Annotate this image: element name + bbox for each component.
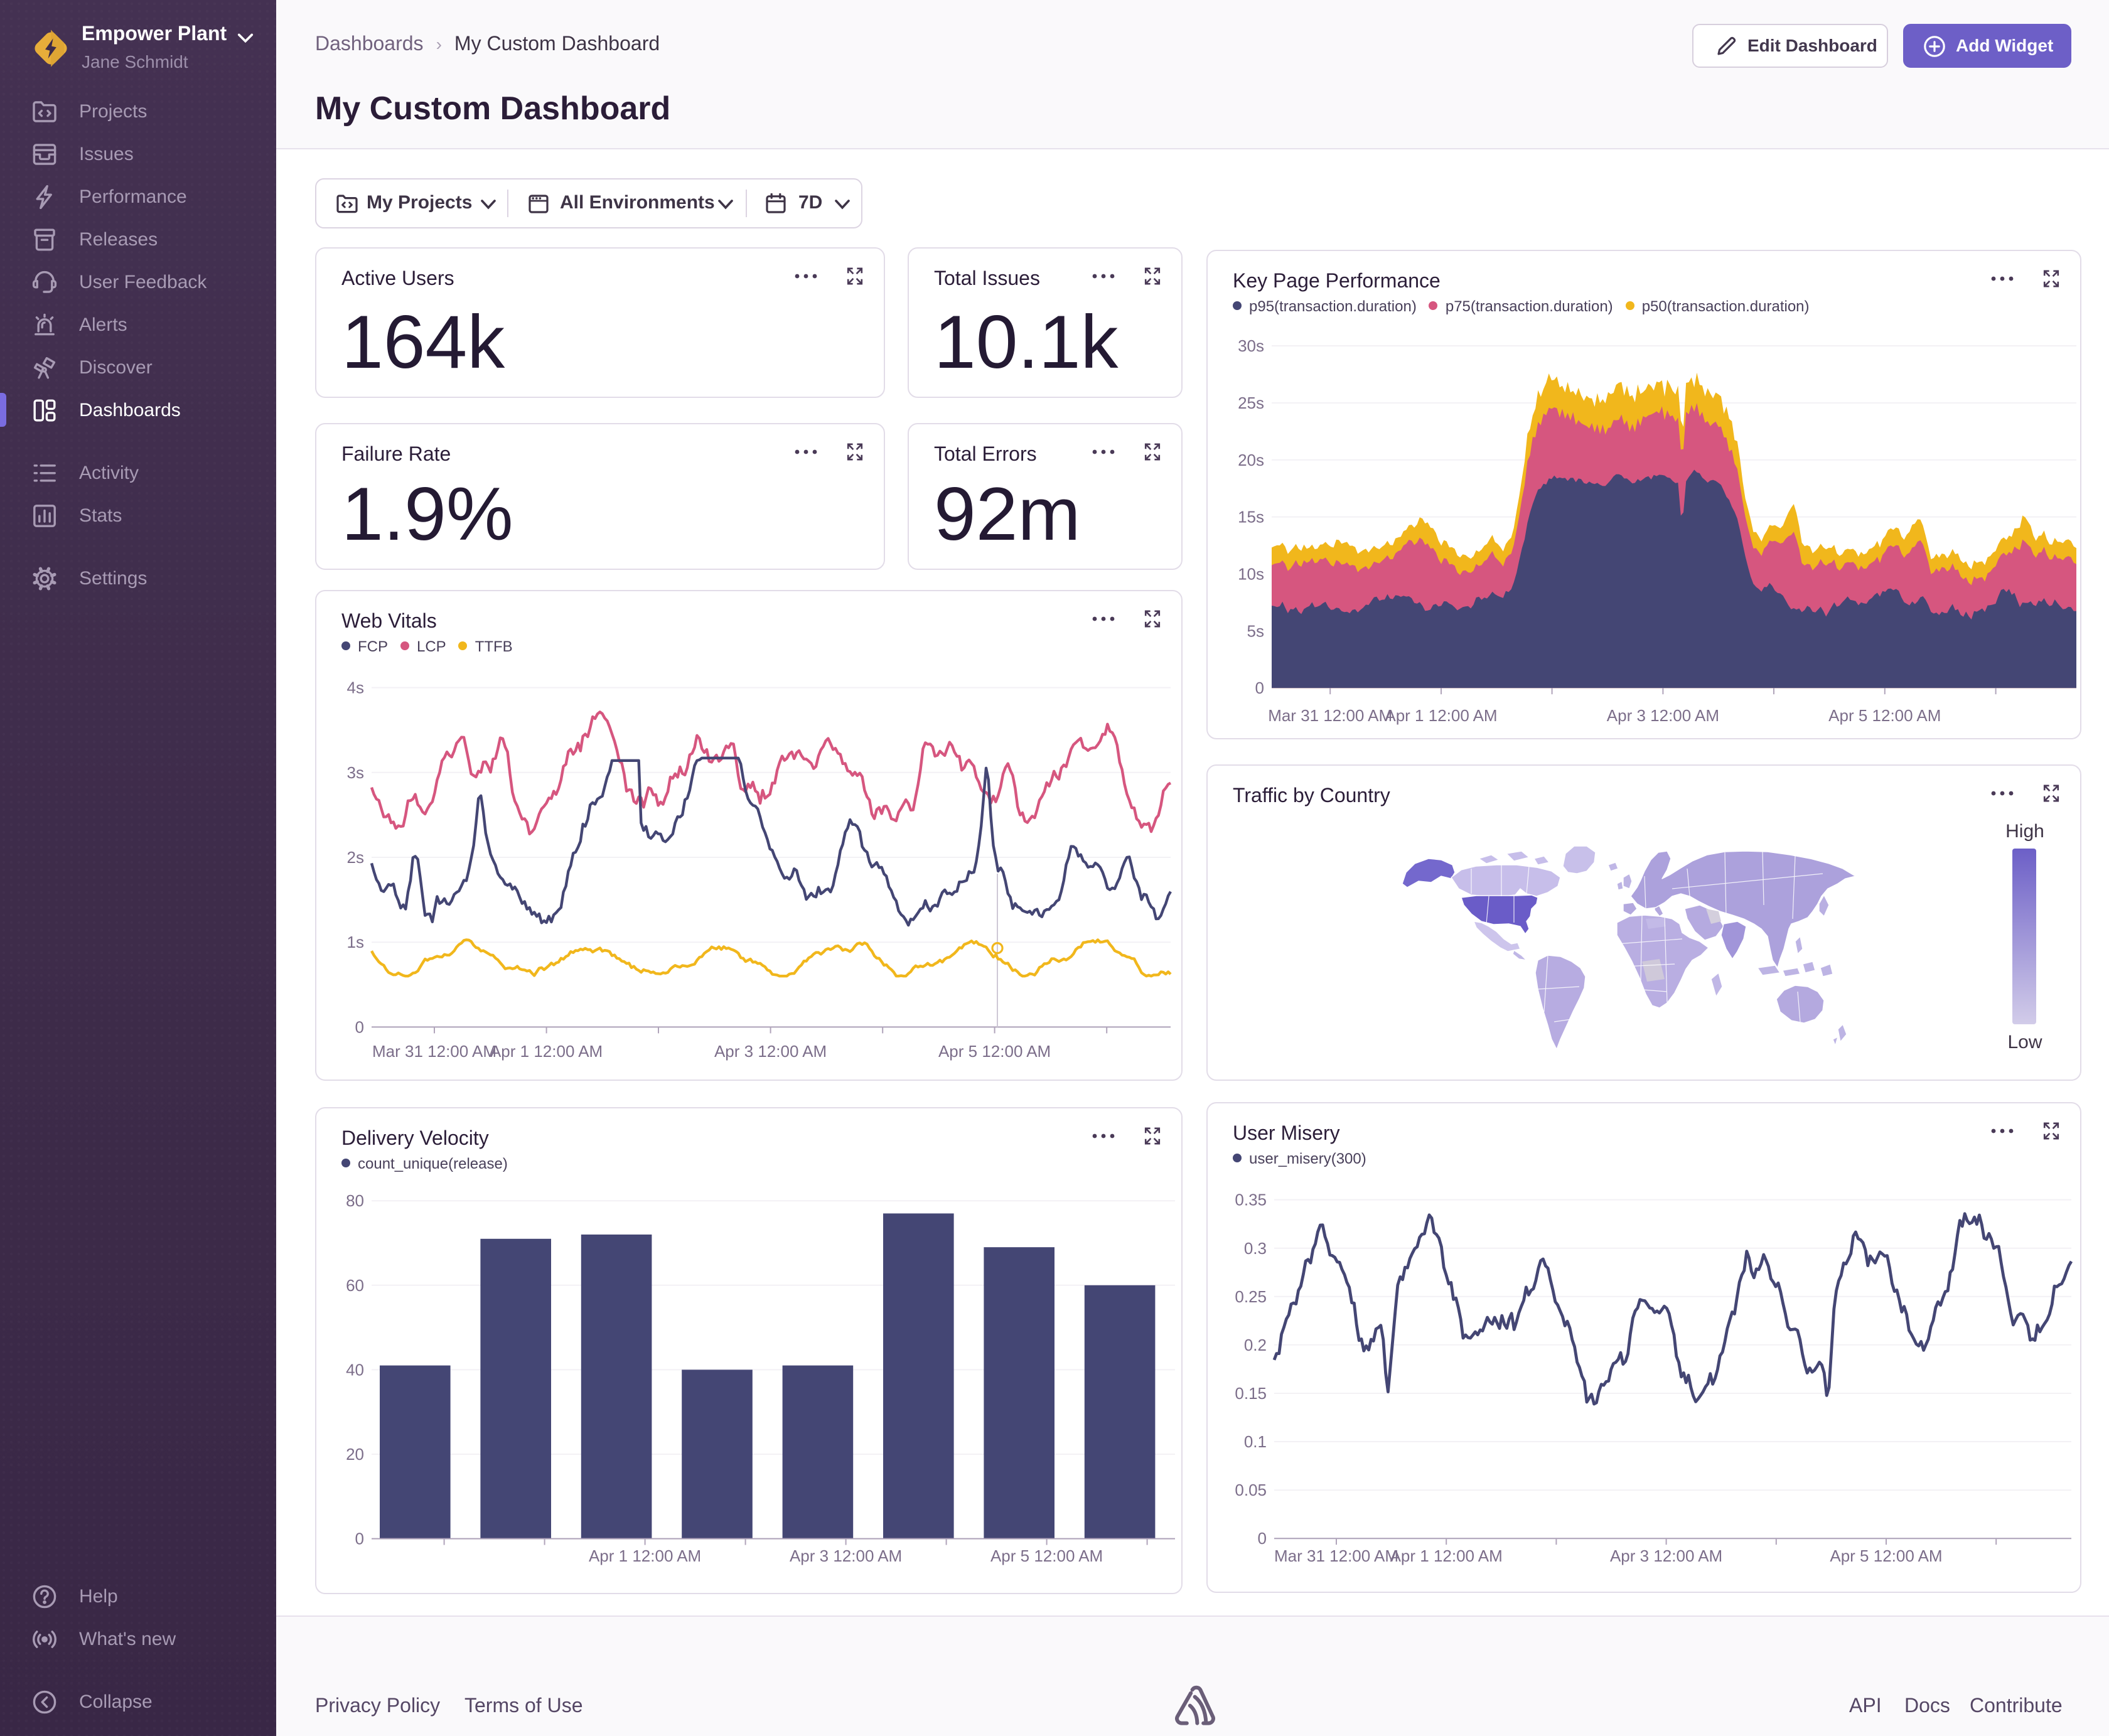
svg-text:Apr 1 12:00 AM: Apr 1 12:00 AM: [1390, 1546, 1503, 1565]
svg-text:Apr 3 12:00 AM: Apr 3 12:00 AM: [790, 1546, 902, 1565]
svg-text:0.3: 0.3: [1244, 1239, 1267, 1258]
svg-text:Apr 3 12:00 AM: Apr 3 12:00 AM: [1610, 1546, 1722, 1565]
svg-text:1s: 1s: [347, 933, 364, 951]
svg-text:Mar 31 12:00 AM: Mar 31 12:00 AM: [1274, 1546, 1398, 1565]
svg-text:Apr 3 12:00 AM: Apr 3 12:00 AM: [1607, 705, 1719, 724]
svg-text:Apr 1 12:00 AM: Apr 1 12:00 AM: [490, 1041, 603, 1060]
svg-text:Apr 3 12:00 AM: Apr 3 12:00 AM: [714, 1041, 827, 1060]
svg-text:0.1: 0.1: [1244, 1432, 1267, 1451]
svg-text:3s: 3s: [347, 763, 364, 781]
svg-text:Mar 31 12:00 AM: Mar 31 12:00 AM: [1268, 705, 1392, 724]
svg-text:0.15: 0.15: [1235, 1384, 1267, 1403]
svg-text:0.05: 0.05: [1235, 1481, 1267, 1500]
svg-text:Apr 1 12:00 AM: Apr 1 12:00 AM: [1385, 705, 1497, 724]
svg-text:Apr 5 12:00 AM: Apr 5 12:00 AM: [1830, 1546, 1942, 1565]
svg-text:Apr 5 12:00 AM: Apr 5 12:00 AM: [938, 1041, 1051, 1060]
svg-text:2s: 2s: [347, 847, 364, 866]
svg-text:Apr 5 12:00 AM: Apr 5 12:00 AM: [1828, 705, 1941, 724]
svg-text:0.35: 0.35: [1235, 1191, 1267, 1209]
svg-text:4s: 4s: [347, 678, 364, 697]
svg-text:20: 20: [346, 1445, 364, 1464]
svg-text:40: 40: [346, 1360, 364, 1379]
svg-text:0.2: 0.2: [1244, 1336, 1267, 1354]
svg-text:20s: 20s: [1238, 450, 1264, 469]
svg-text:30s: 30s: [1238, 336, 1264, 355]
svg-text:15s: 15s: [1238, 507, 1264, 526]
svg-text:0.25: 0.25: [1235, 1287, 1267, 1306]
svg-text:60: 60: [346, 1276, 364, 1295]
svg-text:5s: 5s: [1247, 621, 1264, 640]
svg-text:0: 0: [1258, 1530, 1267, 1548]
svg-text:80: 80: [346, 1191, 364, 1210]
svg-text:Apr 5 12:00 AM: Apr 5 12:00 AM: [990, 1546, 1103, 1565]
svg-text:Apr 1 12:00 AM: Apr 1 12:00 AM: [589, 1546, 701, 1565]
svg-text:Mar 31 12:00 AM: Mar 31 12:00 AM: [372, 1041, 496, 1060]
svg-text:25s: 25s: [1238, 393, 1264, 412]
svg-text:0: 0: [355, 1017, 364, 1036]
svg-text:0: 0: [355, 1529, 364, 1548]
svg-text:10s: 10s: [1238, 564, 1264, 583]
svg-text:0: 0: [1255, 678, 1264, 697]
